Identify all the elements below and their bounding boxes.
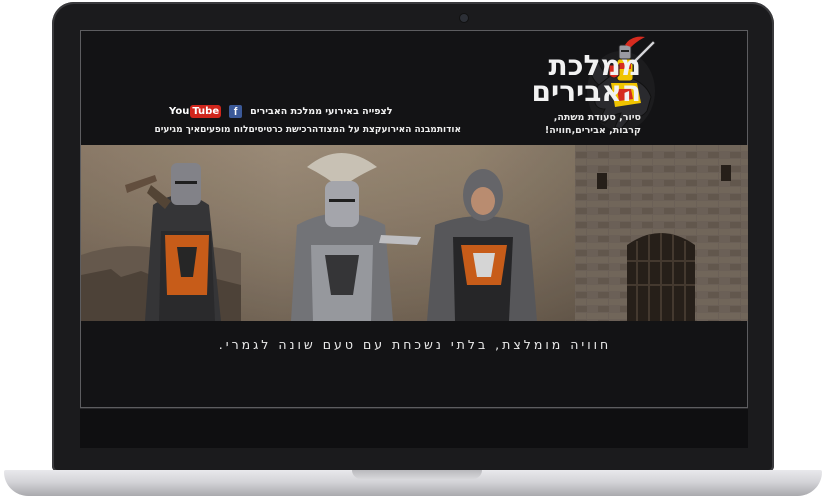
screen: ממלכת האבירים סיור, סעודת משתה, קרבות, א… (80, 30, 748, 448)
camera-icon (460, 14, 468, 22)
social-row: You Tube f לצפייה באירועי ממלכת האבירים (169, 103, 393, 119)
nav-item-schedule[interactable]: לוח מופעים (200, 125, 248, 135)
website: ממלכת האבירים סיור, סעודת משתה, קרבות, א… (80, 30, 748, 408)
youtube-logo-tube: Tube (190, 104, 222, 118)
youtube-logo-you: You (169, 105, 190, 117)
hero-banner (81, 145, 748, 321)
tagline-line2: קרבות, אבירים,חוויה! (544, 125, 641, 136)
hero-knights-image (81, 145, 748, 321)
social-text[interactable]: לצפייה באירועי ממלכת האבירים (250, 106, 392, 117)
laptop-base (4, 470, 822, 496)
nav-item-directions[interactable]: איך מגיעים (155, 125, 201, 135)
nav-item-about[interactable]: אודות (437, 125, 461, 135)
hero-slogan: חוויה מומלצת, בלתי נשכחת עם טעם שונה לגמ… (218, 337, 612, 352)
facebook-icon[interactable]: f (229, 104, 243, 118)
nav-item-tickets[interactable]: רכישת כרטיסים (248, 125, 312, 135)
tagline-line1: סיור, סעודת משתה, (553, 112, 641, 123)
logo-title-line2: האבירים (531, 75, 641, 108)
youtube-icon[interactable]: You Tube (169, 104, 222, 118)
footer-strip (80, 408, 748, 448)
nav-item-event-structure[interactable]: מבנה האירוע (382, 125, 437, 135)
logo-tagline: סיור, סעודת משתה, קרבות, אבירים,חוויה! (471, 111, 641, 137)
main-nav: אודות מבנה האירוע קצת על המצודה רכישת כר… (155, 123, 462, 137)
laptop-notch (352, 470, 482, 479)
nav-item-fortress[interactable]: קצת על המצודה (312, 125, 382, 135)
logo-title[interactable]: ממלכת האבירים (481, 52, 641, 108)
